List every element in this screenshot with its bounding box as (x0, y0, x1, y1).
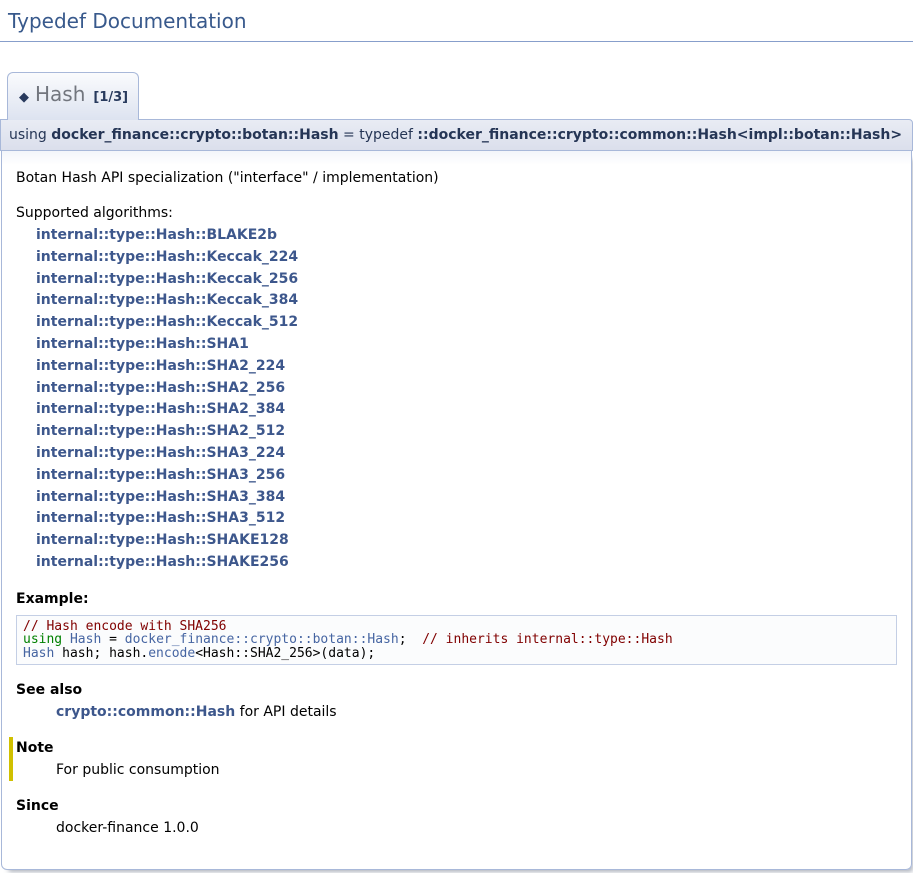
note-label: Note (16, 739, 897, 757)
code-line: // Hash encode with SHA256 (23, 620, 890, 633)
see-also-section: See also crypto::common::Hash for API de… (16, 681, 897, 721)
code-encode-link[interactable]: encode (148, 646, 195, 661)
member-item: ◆Hash[1/3] using docker_finance::crypto:… (0, 72, 913, 870)
algorithm-link[interactable]: internal::type::Hash::SHA3_384 (36, 487, 897, 509)
algorithm-link[interactable]: internal::type::Hash::SHA3_256 (36, 465, 897, 487)
algorithm-link[interactable]: internal::type::Hash::SHA3_512 (36, 508, 897, 530)
algorithm-link[interactable]: internal::type::Hash::SHAKE128 (36, 530, 897, 552)
page-title: Typedef Documentation (0, 0, 913, 42)
code-plain: <Hash::SHA2_256>(data); (195, 646, 375, 661)
algorithm-link[interactable]: internal::type::Hash::SHA1 (36, 334, 897, 356)
declaration-prefix: using (9, 127, 51, 143)
code-comment: // inherits internal::type::Hash (422, 632, 672, 647)
algorithm-link[interactable]: internal::type::Hash::BLAKE2b (36, 225, 897, 247)
since-content: docker-finance 1.0.0 (56, 819, 897, 837)
algorithm-link[interactable]: internal::type::Hash::SHA3_224 (36, 443, 897, 465)
declaration-target-link[interactable]: ::docker_finance::crypto::common::Hash<i… (417, 127, 902, 143)
algorithm-link[interactable]: internal::type::Hash::Keccak_224 (36, 247, 897, 269)
member-declaration: using docker_finance::crypto::botan::Has… (0, 119, 913, 151)
algorithm-link[interactable]: internal::type::Hash::SHA2_512 (36, 421, 897, 443)
member-tab: ◆ Hash [1/3] (7, 72, 139, 120)
permalink-diamond-icon[interactable]: ◆ (19, 90, 29, 105)
algorithm-link[interactable]: internal::type::Hash::SHAKE256 (36, 552, 897, 574)
code-plain: hash; hash. (54, 646, 148, 661)
see-also-content: crypto::common::Hash for API details (56, 703, 897, 721)
declaration-middle: = typedef (339, 127, 418, 143)
code-block: // Hash encode with SHA256 using Hash = … (16, 615, 897, 665)
algorithm-link[interactable]: internal::type::Hash::SHA2_256 (36, 378, 897, 400)
see-also-label: See also (16, 681, 897, 699)
code-hash-link[interactable]: Hash (23, 646, 54, 661)
member-doc: Botan Hash API specialization ("interfac… (1, 151, 912, 870)
note-content: For public consumption (56, 761, 897, 779)
summary-paragraph: Botan Hash API specialization ("interfac… (16, 169, 897, 188)
page: Typedef Documentation ◆ Hash [1/3] using d… (0, 0, 913, 870)
since-section: Since docker-finance 1.0.0 (16, 797, 897, 837)
algorithms-list: internal::type::Hash::BLAKE2b internal::… (36, 225, 897, 574)
algorithm-link[interactable]: internal::type::Hash::Keccak_512 (36, 312, 897, 334)
algorithm-link[interactable]: internal::type::Hash::Keccak_256 (36, 269, 897, 291)
declaration-alias-link[interactable]: docker_finance::crypto::botan::Hash (51, 127, 338, 143)
member-overload-badge: [1/3] (93, 90, 128, 105)
example-label: Example: (16, 590, 897, 609)
algorithms-label: Supported algorithms: (16, 204, 897, 223)
note-section: Note For public consumption (9, 737, 897, 781)
see-also-text: for API details (235, 704, 336, 720)
algorithm-link[interactable]: internal::type::Hash::SHA2_224 (36, 356, 897, 378)
code-plain: ; (399, 632, 422, 647)
see-also-link[interactable]: crypto::common::Hash (56, 704, 235, 720)
code-line: using Hash = docker_finance::crypto::bot… (23, 633, 890, 646)
algorithm-link[interactable]: internal::type::Hash::SHA2_384 (36, 399, 897, 421)
member-tab-name: Hash (35, 82, 85, 106)
code-line: Hash hash; hash.encode<Hash::SHA2_256>(d… (23, 647, 890, 660)
since-label: Since (16, 797, 897, 815)
algorithm-link[interactable]: internal::type::Hash::Keccak_384 (36, 290, 897, 312)
